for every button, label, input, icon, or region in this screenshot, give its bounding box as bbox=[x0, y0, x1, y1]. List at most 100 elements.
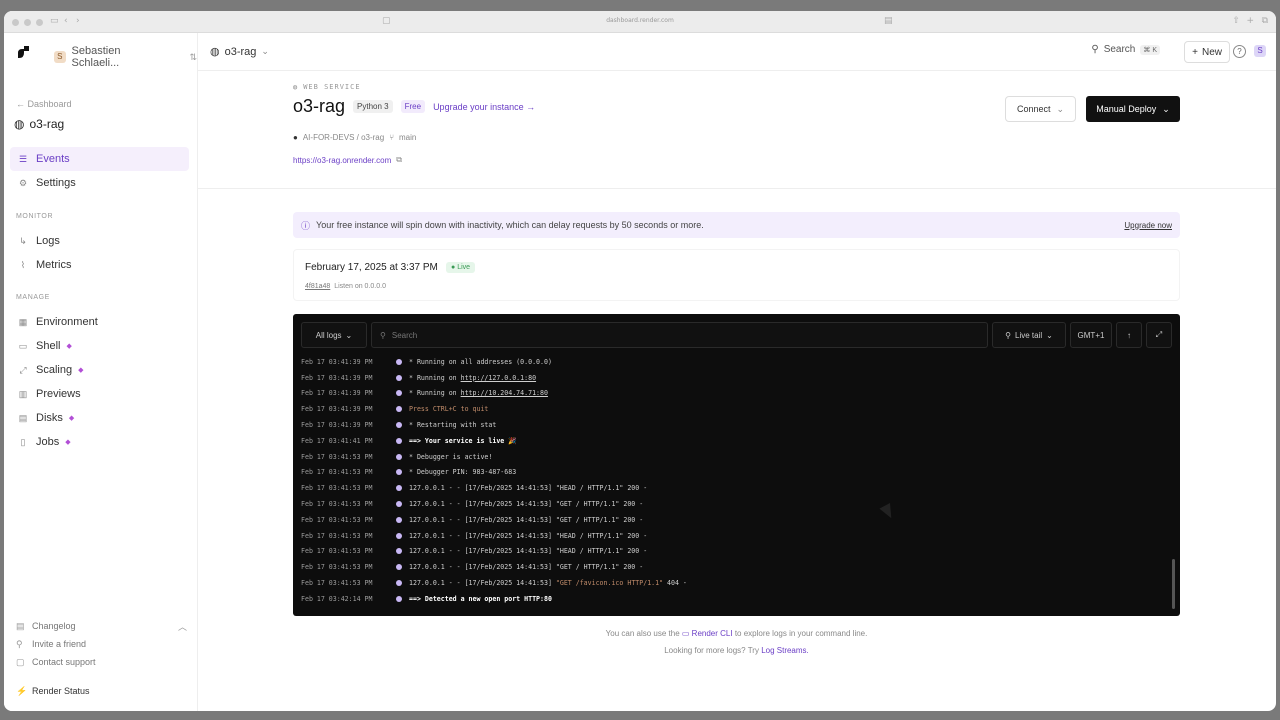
repo-info[interactable]: ● AI-FOR-DEVS / o3-rag ⑂ main bbox=[293, 133, 416, 142]
back-to-dashboard-link[interactable]: ← Dashboard bbox=[16, 99, 72, 109]
sidebar-item-events[interactable]: ☰ Events bbox=[10, 147, 189, 171]
shield-icon[interactable]: ▢ bbox=[382, 16, 391, 26]
header-divider bbox=[198, 188, 1276, 189]
copy-icon[interactable]: ⧉ bbox=[396, 155, 402, 165]
scroll-top-icon[interactable]: ↑ bbox=[1116, 322, 1142, 348]
log-search-input[interactable]: ⚲ Search bbox=[371, 322, 988, 348]
upgrade-instance-link[interactable]: Upgrade your instance → bbox=[433, 102, 535, 112]
deploy-event-card[interactable]: February 17, 2025 at 3:37 PM ● Live 4f81… bbox=[293, 249, 1180, 301]
log-message-prefix: * Running on bbox=[409, 389, 461, 398]
share-icon[interactable]: ⇧ bbox=[1232, 16, 1240, 26]
log-url-link[interactable]: http://127.0.0.1:80 bbox=[461, 374, 536, 382]
new-tab-icon[interactable]: + bbox=[1246, 16, 1254, 26]
top-bar: ◍ o3-rag ⌄ ⚲ Search ⌘ K + New ? S bbox=[198, 33, 1276, 71]
new-button[interactable]: + New bbox=[1184, 41, 1230, 63]
project-name: o3-rag bbox=[224, 45, 257, 58]
log-streams-link[interactable]: Log Streams. bbox=[761, 646, 809, 655]
connect-button[interactable]: Connect ⌄ bbox=[1005, 96, 1076, 122]
status-text: Live bbox=[457, 264, 471, 271]
log-line: Feb 17 03:41:53 PM 127.0.0.1 - - [17/Feb/… bbox=[301, 528, 1162, 544]
log-timestamp: Feb 17 03:41:53 PM bbox=[301, 468, 373, 477]
log-message: * Debugger is active! bbox=[409, 452, 493, 461]
sidebar-item-previews[interactable]: ▥ Previews bbox=[10, 382, 189, 406]
info-icon: ⓘ bbox=[301, 220, 311, 231]
chevron-down-icon: ⌄ bbox=[1046, 330, 1053, 340]
sidebar-toggle-icon[interactable]: ▭ bbox=[50, 16, 59, 26]
log-line: Feb 17 03:41:53 PM * Debugger is active! bbox=[301, 449, 1162, 465]
user-avatar[interactable]: S bbox=[1254, 45, 1266, 57]
log-line: Feb 17 03:41:41 PM ==> Your service is li… bbox=[301, 433, 1162, 449]
reader-icon[interactable]: ▤ bbox=[884, 16, 893, 26]
live-tail-dropdown[interactable]: ⚲ Live tail ⌄ bbox=[992, 322, 1066, 348]
log-url-link[interactable]: http://10.204.74.71:80 bbox=[461, 389, 548, 397]
tabs-overview-icon[interactable]: ⧉ bbox=[1262, 16, 1268, 26]
log-line: Feb 17 03:41:53 PM 127.0.0.1 - - [17/Feb/… bbox=[301, 559, 1162, 575]
search-button[interactable]: ⚲ Search ⌘ K bbox=[1091, 44, 1160, 55]
log-line: Feb 17 03:42:14 PM ==> Detected a new ope… bbox=[301, 591, 1162, 607]
sidebar-item-shell[interactable]: ▭ Shell ◆ bbox=[10, 334, 189, 358]
sidebar-item-settings[interactable]: ⚙ Settings bbox=[10, 171, 189, 195]
invite-link[interactable]: ⚲ Invite a friend bbox=[16, 635, 187, 653]
metrics-icon: ⌇ bbox=[20, 259, 26, 270]
changelog-link[interactable]: ▤ Changelog ︿ bbox=[16, 617, 187, 635]
sidebar-item-label: Disks bbox=[36, 412, 63, 424]
commit-hash-link[interactable]: 4f81a48 bbox=[305, 283, 330, 290]
log-timestamp: Feb 17 03:41:53 PM bbox=[301, 452, 373, 461]
address-bar[interactable]: dashboard.render.com bbox=[606, 17, 674, 24]
render-cli-link[interactable]: Render CLI bbox=[692, 629, 733, 638]
sidebar-item-scaling[interactable]: ⤢ Scaling ◆ bbox=[10, 358, 189, 382]
upgrade-now-link[interactable]: Upgrade now bbox=[1124, 221, 1172, 230]
globe-icon: ◍ bbox=[293, 83, 299, 91]
free-instance-notice: ⓘ Your free instance will spin down with… bbox=[293, 212, 1180, 238]
sidebar-item-jobs[interactable]: ▯ Jobs ◆ bbox=[10, 430, 189, 454]
log-instance-dot-icon bbox=[396, 390, 402, 397]
sidebar-item-disks[interactable]: ▤ Disks ◆ bbox=[10, 406, 189, 430]
service-url-text[interactable]: https://o3-rag.onrender.com bbox=[293, 156, 391, 165]
log-filter-dropdown[interactable]: All logs ⌄ bbox=[301, 322, 367, 348]
chevron-up-icon[interactable]: ︿ bbox=[178, 620, 187, 633]
logs-icon: ↳ bbox=[19, 235, 27, 246]
commit-info: 4f81a48 Listen on 0.0.0.0 bbox=[305, 283, 386, 290]
log-message: 127.0.0.1 - - [17/Feb/2025 14:41:53] "HE… bbox=[409, 484, 648, 493]
expand-icon[interactable]: ⤢ bbox=[1146, 322, 1172, 348]
support-link[interactable]: ▢ Contact support bbox=[16, 653, 187, 671]
log-instance-dot-icon bbox=[396, 358, 402, 365]
log-line: Feb 17 03:41:39 PM * Restarting with sta… bbox=[301, 417, 1162, 433]
upgrade-dot-icon: ◆ bbox=[68, 415, 75, 422]
log-instance-dot-icon bbox=[396, 532, 402, 539]
log-message: ==> Your service is live 🎉 bbox=[409, 436, 517, 445]
log-toolbar: All logs ⌄ ⚲ Search ⚲ Live tail ⌄ GMT+1 … bbox=[301, 322, 1172, 348]
help-icon[interactable]: ? bbox=[1233, 45, 1246, 58]
log-message: ==> Detected a new open port HTTP:80 bbox=[409, 594, 552, 603]
service-url[interactable]: https://o3-rag.onrender.com ⧉ bbox=[293, 155, 402, 165]
sidebar-item-label: Previews bbox=[36, 388, 81, 400]
sidebar-item-label: Metrics bbox=[36, 259, 72, 271]
branch-name: main bbox=[399, 133, 417, 142]
log-scrollbar[interactable] bbox=[1172, 559, 1175, 609]
timezone-button[interactable]: GMT+1 bbox=[1070, 322, 1112, 348]
back-arrow-icon[interactable]: ‹ bbox=[64, 16, 68, 26]
log-message: 127.0.0.1 - - [17/Feb/2025 14:41:53] "GE… bbox=[409, 500, 644, 509]
log-timestamp: Feb 17 03:41:39 PM bbox=[301, 389, 373, 398]
window-controls[interactable] bbox=[12, 19, 43, 26]
log-message-prefix: 127.0.0.1 - - [17/Feb/2025 14:41:53] bbox=[409, 579, 556, 588]
sidebar-footer: ▤ Changelog ︿ ⚲ Invite a friend ▢ Contac… bbox=[16, 617, 187, 700]
render-logo-icon[interactable] bbox=[16, 45, 30, 59]
chevron-down-icon: ⌄ bbox=[1162, 103, 1170, 114]
project-selector[interactable]: ◍ o3-rag ⌄ bbox=[210, 45, 269, 59]
workspace-switcher[interactable]: S Sebastien Schlaeli... ⇅ bbox=[54, 45, 197, 69]
log-timestamp: Feb 17 03:41:39 PM bbox=[301, 357, 373, 366]
workspace-name: Sebastien Schlaeli... bbox=[71, 45, 121, 69]
repo-name: AI-FOR-DEVS / o3-rag bbox=[302, 133, 385, 142]
render-status-link[interactable]: ⚡ Render Status bbox=[16, 682, 187, 700]
sidebar-item-environment[interactable]: ▦ Environment bbox=[10, 310, 189, 334]
browser-chrome: ▭ ‹ › ▢ dashboard.render.com ▤ ⇧ + ⧉ bbox=[4, 11, 1276, 33]
manual-deploy-button[interactable]: Manual Deploy ⌄ bbox=[1086, 96, 1180, 122]
sidebar-item-metrics[interactable]: ⌇ Metrics bbox=[10, 253, 189, 277]
forward-arrow-icon[interactable]: › bbox=[76, 16, 80, 26]
log-message: * Running on http://127.0.0.1:80 bbox=[409, 374, 536, 382]
search-icon: ⚲ bbox=[1091, 44, 1099, 55]
service-selector[interactable]: ◍ o3-rag bbox=[14, 117, 64, 131]
upgrade-dot-icon: ◆ bbox=[78, 367, 84, 374]
sidebar-item-logs[interactable]: ↳ Logs bbox=[10, 229, 189, 253]
